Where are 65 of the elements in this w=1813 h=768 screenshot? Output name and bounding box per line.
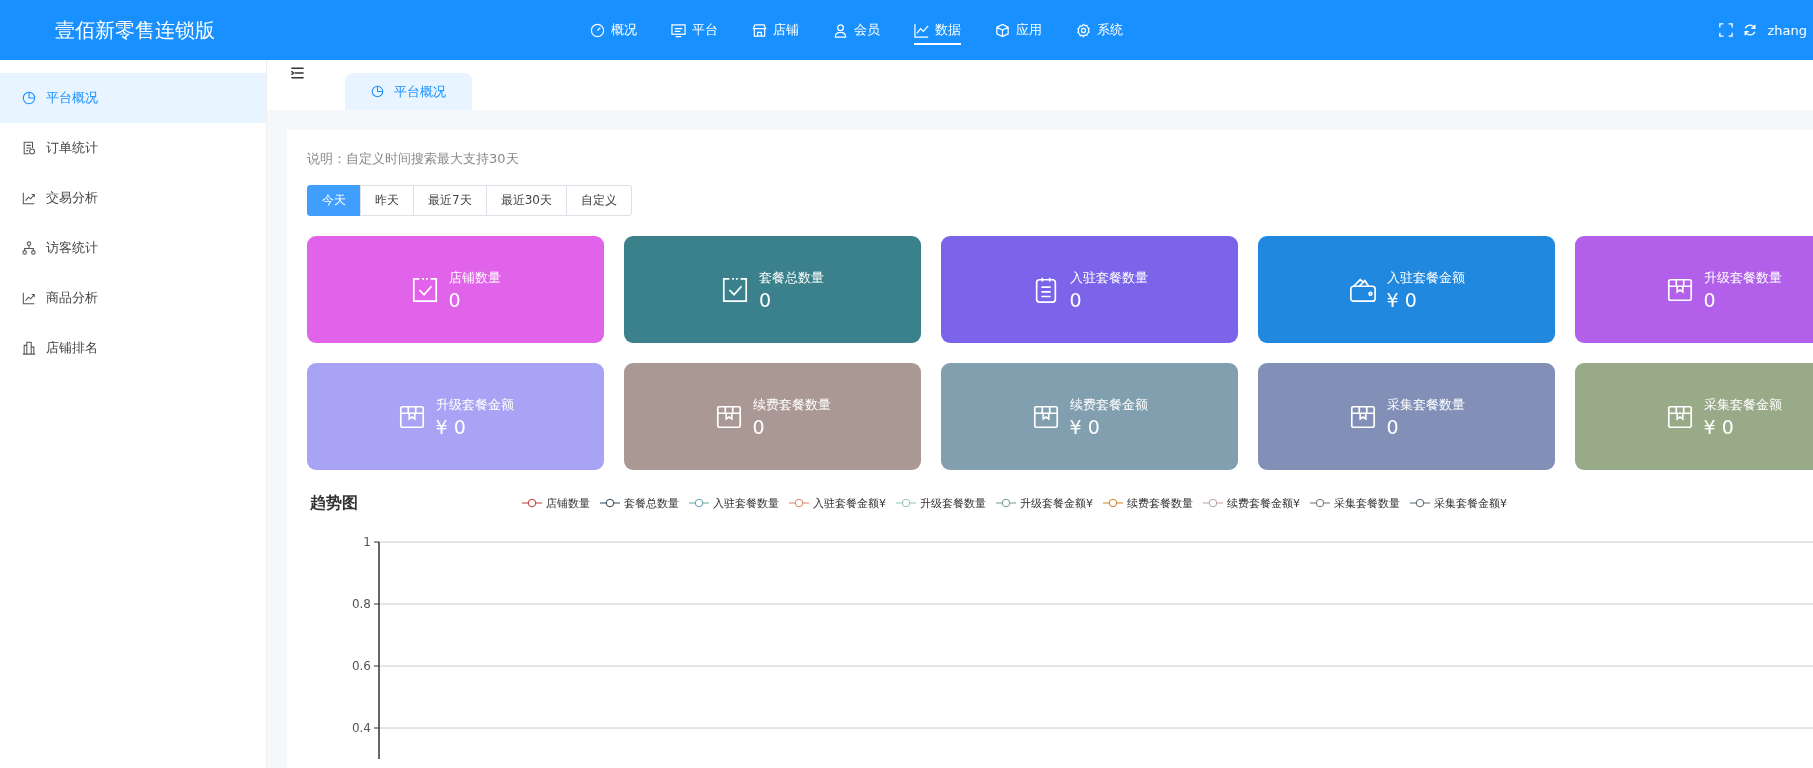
- checkbox-icon: [410, 275, 439, 304]
- brand-title: 壹佰新零售连锁版: [55, 16, 216, 44]
- line-chart-icon: [914, 22, 929, 38]
- gauge-icon: [590, 22, 605, 38]
- stat-value: ¥ 0: [435, 415, 467, 438]
- y-axis-label: 1: [363, 535, 371, 549]
- legend-item[interactable]: 升级套餐金额¥: [996, 495, 1093, 511]
- legend-item[interactable]: 入驻套餐金额¥: [789, 495, 886, 511]
- stat-value: ¥ 0: [1069, 415, 1101, 438]
- y-axis-label: 0.6: [351, 659, 371, 673]
- stat-value: 0: [1069, 288, 1083, 311]
- monitor-icon: [671, 22, 686, 38]
- building-icon: [22, 341, 36, 355]
- stat-label: 入驻套餐金额: [1386, 268, 1465, 287]
- chart-title: 趋势图: [309, 492, 359, 514]
- checkbox-icon: [721, 275, 749, 304]
- cube-icon: [995, 22, 1010, 38]
- sidebar-item[interactable]: 订单统计: [0, 123, 266, 173]
- legend-item[interactable]: 续费套餐金额¥: [1203, 495, 1300, 511]
- stat-value: ¥ 0: [1386, 288, 1418, 311]
- stat-value: ¥ 0: [1703, 415, 1735, 438]
- legend-item[interactable]: 升级套餐数量: [896, 495, 986, 511]
- stat-label: 入驻套餐数量: [1069, 268, 1148, 287]
- legend-item[interactable]: 入驻套餐数量: [689, 495, 779, 511]
- stat-value: 0: [448, 288, 462, 311]
- stat-label: 升级套餐金额: [435, 395, 514, 414]
- pie-chart-icon: [22, 91, 36, 105]
- fullscreen-icon[interactable]: [1719, 23, 1734, 37]
- date-range-button[interactable]: 最近30天: [485, 185, 567, 216]
- document-icon: [22, 141, 36, 155]
- stat-label: 采集套餐金额: [1703, 395, 1782, 414]
- menu-icon[interactable]: [290, 66, 305, 80]
- stat-label: 套餐总数量: [759, 268, 824, 287]
- date-range-button[interactable]: 昨天: [360, 185, 414, 216]
- legend-item[interactable]: 续费套餐数量: [1103, 495, 1193, 511]
- settings-icon: [1076, 22, 1091, 38]
- stat-label: 续费套餐金额: [1069, 395, 1148, 414]
- legend-item[interactable]: 采集套餐数量: [1310, 495, 1400, 511]
- date-range-button[interactable]: 自定义: [565, 185, 632, 216]
- y-axis-label: 0.4: [351, 721, 371, 735]
- sidebar-item[interactable]: 交易分析: [0, 173, 266, 223]
- stat-label: 采集套餐数量: [1386, 395, 1465, 414]
- pie-chart-icon: [371, 85, 384, 98]
- hierarchy-icon: [22, 241, 36, 255]
- stat-label: 升级套餐数量: [1703, 268, 1782, 287]
- sidebar-item[interactable]: 商品分析: [0, 273, 266, 323]
- trend-chart-icon: [22, 291, 36, 305]
- legend-item[interactable]: 店铺数量: [522, 495, 590, 511]
- stat-value: 0: [759, 288, 773, 311]
- sidebar-item[interactable]: 访客统计: [0, 223, 266, 273]
- stat-value: 0: [1703, 288, 1717, 311]
- trend-chart-icon: [22, 191, 36, 205]
- sidebar-item[interactable]: 店铺排名: [0, 323, 266, 373]
- legend-item[interactable]: 采集套餐金额¥: [1410, 495, 1507, 511]
- store-icon: [752, 22, 767, 38]
- stat-value: 0: [1386, 415, 1400, 438]
- stat-label: 续费套餐数量: [752, 395, 831, 414]
- user-icon: [833, 22, 848, 38]
- refresh-icon[interactable]: [1743, 23, 1758, 37]
- stat-value: 0: [752, 415, 766, 438]
- y-axis-label: 0.8: [351, 597, 371, 611]
- note-text: 说明：自定义时间搜索最大支持30天: [307, 150, 520, 168]
- legend-item[interactable]: 套餐总数量: [600, 495, 679, 511]
- stat-label: 店铺数量: [448, 268, 501, 287]
- date-range-button[interactable]: 最近7天: [413, 185, 487, 216]
